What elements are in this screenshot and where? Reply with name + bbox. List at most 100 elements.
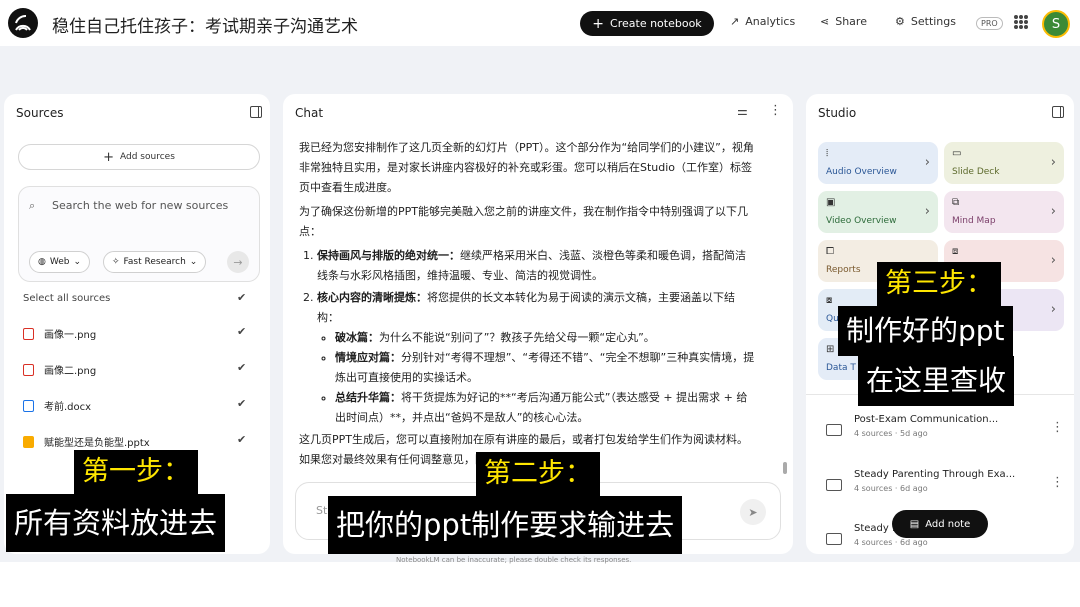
image-icon (23, 327, 34, 340)
slides-icon (826, 424, 842, 436)
audio-icon: ⦙ (826, 148, 829, 159)
tile-label: Video Overview (826, 216, 897, 226)
logo-icon (15, 15, 31, 31)
note-title: Post-Exam Communication... (854, 414, 999, 425)
list-item-heading: 核心内容的清晰提炼： (317, 291, 427, 304)
create-notebook-label: Create notebook (610, 17, 702, 30)
doc-icon (23, 399, 34, 412)
source-item[interactable]: 画像二.png (23, 362, 96, 377)
chat-title: Chat (295, 106, 324, 120)
web-chip-label: Web (49, 257, 70, 267)
chat-input-placeholder: St (316, 504, 328, 517)
more-vert-icon[interactable]: ⋮ (1051, 420, 1064, 435)
tune-icon[interactable]: ⚌ (737, 104, 748, 118)
sparkle-search-icon: ✧ (112, 257, 120, 267)
source-checkbox[interactable]: ✔ (237, 326, 249, 338)
settings-button[interactable]: ⚙ Settings (895, 15, 956, 28)
report-icon: ⧠ (826, 246, 834, 257)
studio-note-item[interactable]: Post-Exam Communication... 4 sources · 5… (824, 414, 1064, 454)
sub-item-heading: 情境应对篇： (335, 351, 401, 364)
more-vert-icon[interactable]: ⋮ (1051, 475, 1064, 490)
source-checkbox[interactable]: ✔ (237, 434, 249, 446)
video-overview-tile[interactable]: ▣ Video Overview › (818, 191, 938, 233)
add-note-button[interactable]: ▤ Add note (892, 510, 988, 538)
slides-icon: ▭ (952, 148, 962, 159)
chevron-down-icon: ⌄ (189, 257, 198, 267)
add-sources-label: Add sources (120, 152, 175, 162)
audio-overview-tile[interactable]: ⦙ Audio Overview › (818, 142, 938, 184)
studio-title: Studio (818, 106, 857, 120)
fast-research-chip[interactable]: ✧ Fast Research ⌄ (103, 251, 207, 273)
image-icon (23, 363, 34, 376)
mindmap-icon: ⧉ (952, 197, 960, 208)
apps-grid-icon[interactable] (1014, 15, 1028, 29)
source-name: 考前.docx (44, 402, 92, 413)
settings-label: Settings (910, 15, 956, 28)
slides-icon (826, 479, 842, 491)
note-title: Steady Parenting Through Exa... (854, 469, 1016, 480)
note-meta: 4 sources · 6d ago (854, 484, 928, 493)
mind-map-tile[interactable]: ⧉ Mind Map › (944, 191, 1064, 233)
select-all-label: Select all sources (23, 293, 111, 304)
chat-paragraph: 我已经为您安排制作了这几页全新的幻灯片（PPT）。这个部分作为“给同学们的小建议… (299, 141, 754, 194)
studio-note-item[interactable]: Steady Parenting Through Exa... 4 source… (824, 469, 1064, 509)
source-checkbox[interactable]: ✔ (237, 362, 249, 374)
globe-icon: ◍ (38, 257, 46, 267)
plus-icon: + (103, 149, 115, 165)
web-chip[interactable]: ◍ Web ⌄ (29, 251, 91, 273)
add-sources-button[interactable]: + Add sources (18, 144, 260, 170)
quiz-icon: ⧇ (826, 295, 833, 306)
chat-sublist: 破冰篇：为什么不能说“别问了”？教孩子先给父母一颗“定心丸”。 情境应对篇：分别… (317, 328, 755, 428)
disclaimer-text: NotebookLM can be inaccurate; please dou… (396, 556, 632, 564)
chat-scrollbar[interactable] (783, 462, 787, 474)
list-item: 核心内容的清晰提炼：将您提供的长文本转化为易于阅读的演示文稿，主要涵盖以下结构：… (317, 288, 755, 428)
select-all-checkbox[interactable]: ✔ (237, 292, 249, 304)
source-name: 画像二.png (44, 366, 97, 377)
note-icon: ▤ (909, 518, 920, 530)
chevron-right-icon: › (1050, 253, 1056, 268)
submit-arrow-button[interactable]: → (227, 251, 249, 273)
web-search-box[interactable]: ⌕ Search the web for new sources ◍ Web ⌄… (18, 186, 260, 282)
chevron-right-icon: › (924, 204, 930, 219)
sources-title: Sources (16, 106, 64, 120)
search-input[interactable]: Search the web for new sources (52, 199, 228, 212)
tile-label: Data T (826, 363, 856, 373)
fast-research-label: Fast Research (123, 257, 186, 267)
slides-icon (826, 533, 842, 545)
chevron-right-icon: › (1050, 204, 1056, 219)
share-button[interactable]: ⋖ Share (820, 15, 867, 28)
slides-icon (23, 435, 34, 448)
sub-item-text: 为什么不能说“别问了”？教孩子先给父母一颗“定心丸”。 (379, 331, 655, 344)
sub-item-heading: 总结升华篇： (335, 391, 401, 404)
collapse-panel-icon[interactable] (250, 106, 262, 118)
source-item[interactable]: 赋能型还是负能型.pptx (23, 434, 150, 449)
share-icon: ⋖ (820, 15, 830, 28)
analytics-button[interactable]: ↗ Analytics (730, 15, 795, 28)
source-item[interactable]: 画像一.png (23, 326, 96, 341)
search-icon: ⌕ (29, 199, 36, 212)
notebooklm-logo[interactable] (8, 8, 38, 38)
top-bar: 稳住自己托住孩子：考试期亲子沟通艺术 + Create notebook ↗ A… (0, 0, 1080, 46)
sub-list-item: 情境应对篇：分别针对“考得不理想”、“考得还不错”、“完全不想聊”三种真实情境，… (335, 348, 755, 388)
trend-icon: ↗ (730, 15, 740, 28)
source-checkbox[interactable]: ✔ (237, 398, 249, 410)
slide-deck-tile[interactable]: ▭ Slide Deck › (944, 142, 1064, 184)
tile-label: Qu (826, 314, 839, 324)
chat-message: 我已经为您安排制作了这几页全新的幻灯片（PPT）。这个部分作为“给同学们的小建议… (299, 138, 755, 474)
pro-badge: PRO (976, 17, 1003, 30)
avatar[interactable]: S (1042, 10, 1070, 38)
notebook-title[interactable]: 稳住自己托住孩子：考试期亲子沟通艺术 (52, 12, 358, 37)
collapse-panel-icon[interactable] (1052, 106, 1064, 118)
step1-title-overlay: 第一步： (74, 450, 198, 494)
add-note-label: Add note (925, 518, 971, 530)
tile-label: Slide Deck (952, 167, 1000, 177)
more-vert-icon[interactable]: ⋮ (769, 103, 782, 118)
plus-icon: + (592, 15, 605, 32)
send-button[interactable]: ➤ (740, 499, 766, 525)
chevron-right-icon: › (924, 155, 930, 170)
video-icon: ▣ (826, 197, 836, 208)
step3-line2-overlay: 在这里查收 (858, 356, 1015, 406)
source-item[interactable]: 考前.docx (23, 398, 91, 413)
gear-icon: ⚙ (895, 15, 905, 28)
create-notebook-button[interactable]: + Create notebook (580, 11, 714, 36)
